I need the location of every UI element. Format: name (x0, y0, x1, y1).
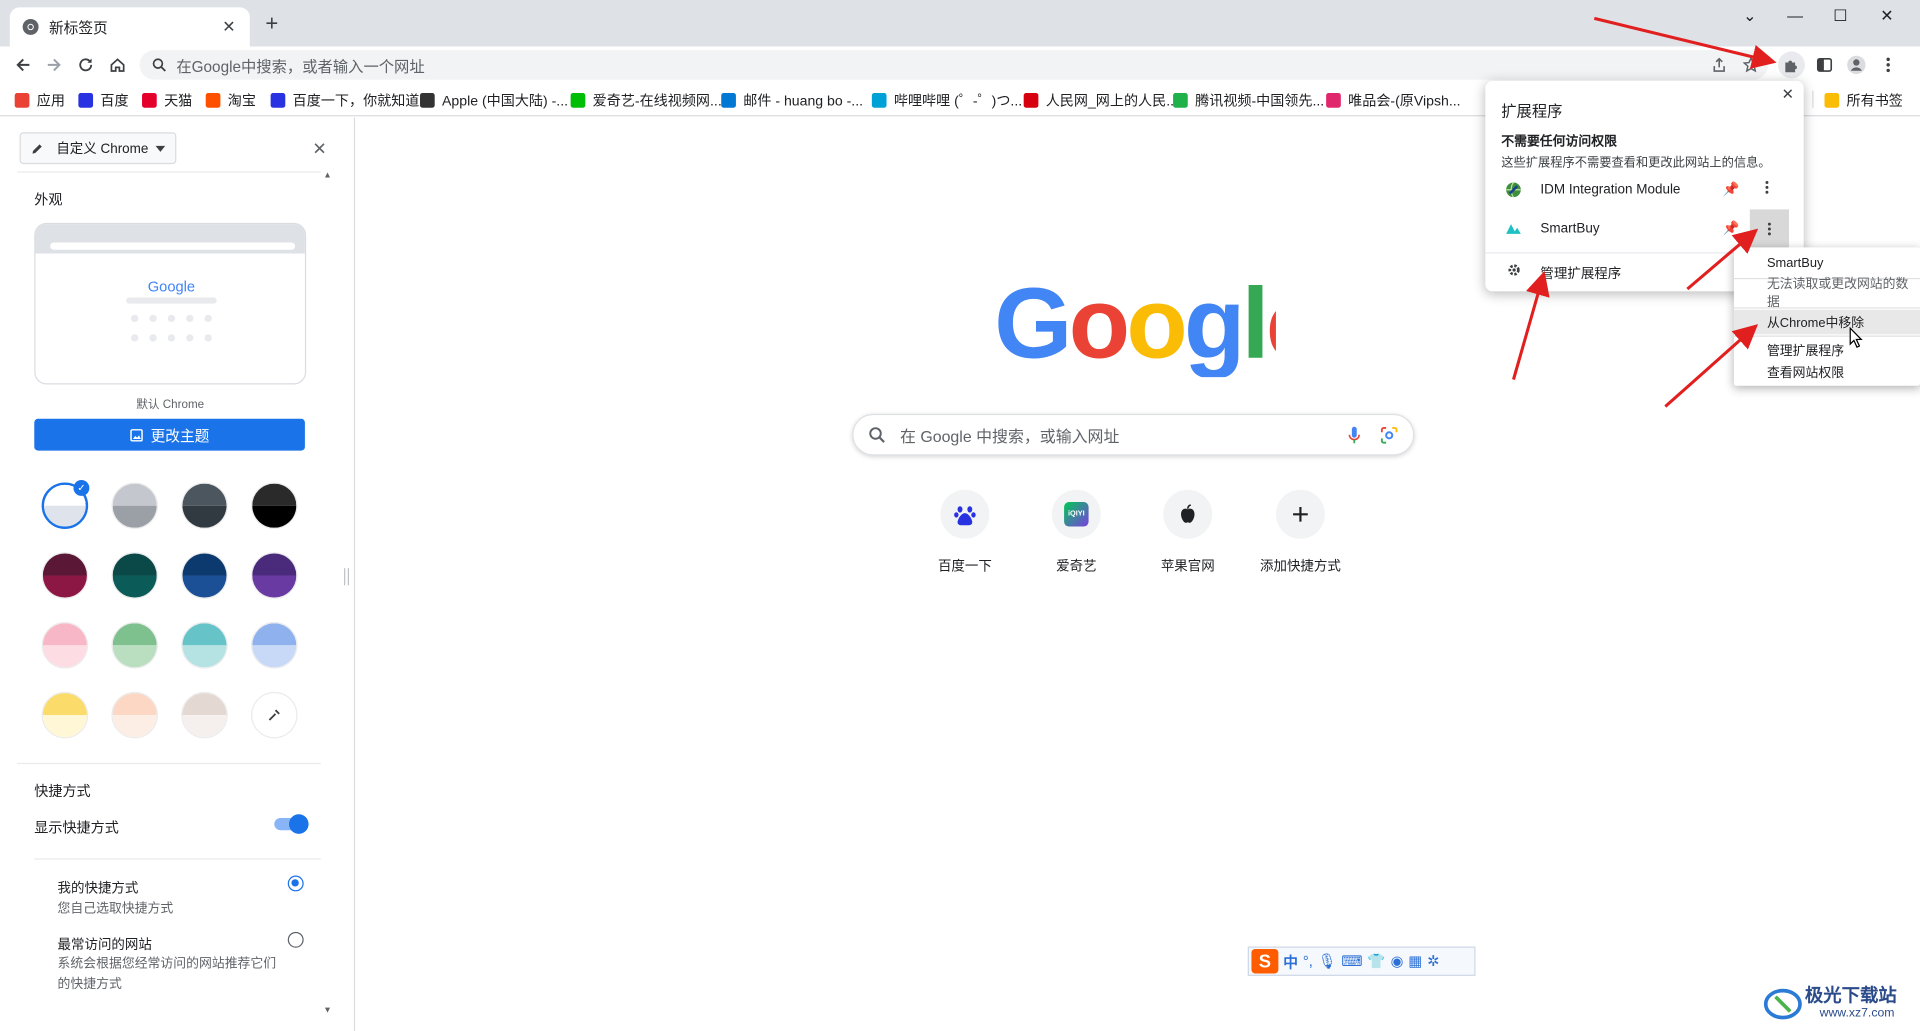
watermark: 极光下载站 www.xz7.com (1763, 980, 1920, 1029)
watermark-text: 极光下载站 (1804, 985, 1897, 1007)
arrow-to-manage (1512, 270, 1550, 381)
arrow-to-extensions (1593, 16, 1777, 69)
arrow-to-remove (1664, 324, 1759, 408)
watermark-logo-icon (1763, 988, 1802, 1020)
annotation-arrows (1512, 16, 1777, 408)
arrow-to-more-options (1686, 228, 1759, 291)
watermark-url: www.xz7.com (1819, 1006, 1895, 1021)
